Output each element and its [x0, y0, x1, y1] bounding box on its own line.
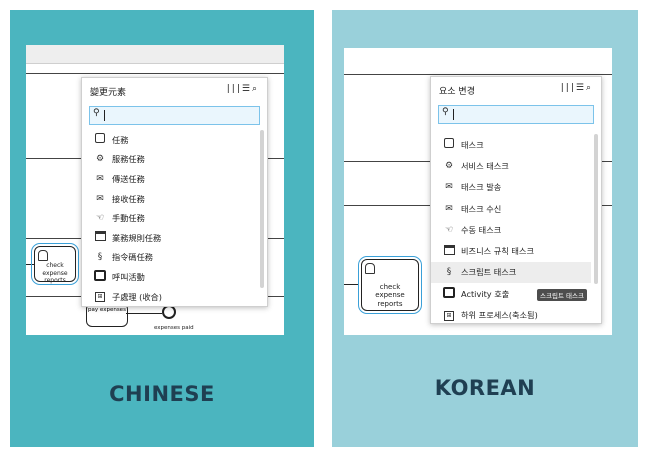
menu-item-label: 하위 프로세스(축소됨) [461, 310, 538, 321]
menu-item-label: 비즈니스 규칙 태스크 [461, 246, 534, 257]
end-event[interactable] [162, 305, 176, 319]
panel-caption: CHINESE [109, 382, 215, 406]
task-label: check expense reports [375, 282, 405, 309]
user-icon [38, 250, 48, 261]
table-icon [94, 231, 106, 244]
task-label: check expense reports [42, 262, 68, 285]
gear-icon: ⚙ [444, 160, 454, 171]
script-icon: § [97, 252, 103, 263]
menu-item-service-task[interactable]: ⚙ 服務任務 [82, 150, 257, 170]
hand-icon: ☜ [95, 213, 105, 224]
subprocess-icon: ⊞ [94, 291, 106, 303]
menu-item-script-task[interactable]: § 스크립트 태스크 [431, 261, 591, 284]
canvas-topbar [26, 45, 284, 64]
search-icon[interactable]: ⌕ [252, 84, 259, 94]
subprocess-icon: ⊞ [443, 310, 455, 321]
menu-item-label: 태스크 [461, 139, 484, 150]
popup-title: 요소 변경 [439, 87, 475, 97]
chinese-screenshot: check expense reports pay expenses expen… [26, 45, 284, 335]
search-field[interactable]: ⚲ [438, 105, 594, 124]
search-icon[interactable]: ⌕ [586, 83, 593, 93]
list-icon[interactable]: ☰ [576, 83, 586, 93]
check-expense-task[interactable]: check expense reports [31, 243, 79, 285]
menu-item-business-rule-task[interactable]: 業務規則任務 [82, 228, 257, 248]
task-icon [443, 138, 455, 151]
menu-item-subprocess[interactable]: ⊞ 하위 프로세스(축소됨) [431, 304, 591, 325]
magnifier-icon: ⚲ [93, 108, 100, 118]
menu-item-label: 태스크 발송 [461, 182, 502, 193]
user-icon [365, 263, 375, 274]
menu-item-call-activity[interactable]: 呼叫活動 [82, 267, 257, 287]
menu-item-label: 任務 [112, 134, 129, 145]
popup-title: 變更元素 [90, 88, 127, 98]
envelope-icon: ✉ [96, 193, 104, 204]
menu-item-label: 呼叫活動 [112, 271, 145, 282]
menu-item-manual-task[interactable]: ☜ 手動任務 [82, 208, 257, 228]
menu-item-label: 指令碼任務 [112, 252, 153, 263]
magnifier-icon: ⚲ [442, 107, 449, 117]
menu-item-label: 接收任務 [112, 193, 145, 204]
lane-line [26, 73, 284, 74]
menu-item-send-task[interactable]: ✉ 傳送任務 [82, 169, 257, 189]
text-caret [453, 109, 454, 120]
panel-caption: KOREAN [434, 376, 536, 400]
menu-item-label: 서비스 태스크 [461, 160, 509, 171]
lane-line [344, 74, 612, 75]
task-icon [94, 133, 106, 146]
popup-toolbar: |||☰⌕ [561, 83, 593, 93]
end-event-label: expenses paid [154, 325, 194, 331]
menu-item-label: 수동 태스크 [461, 224, 502, 235]
envelope-filled-icon: ✉ [96, 173, 104, 184]
sequence-flow [344, 284, 359, 285]
check-expense-task[interactable]: check expense reports [358, 256, 422, 314]
call-activity-icon [94, 269, 106, 284]
element-list: 任務 ⚙ 服務任務 ✉ 傳送任務 ✉ 接收任務 ☜ 手動任務 業務規則任務 § 指令碼任務… [82, 130, 257, 306]
task-label: pay expenses [88, 307, 126, 313]
menu-item-script-task[interactable]: § 指令碼任務 [82, 248, 257, 268]
search-input[interactable] [459, 107, 552, 120]
menu-item-service-task[interactable]: ⚙ 서비스 태스크 [431, 155, 591, 176]
table-icon [443, 244, 455, 258]
chinese-panel: check expense reports pay expenses expen… [10, 10, 314, 447]
menu-item-subprocess[interactable]: ⊞ 子處理 (收合) [82, 287, 257, 307]
envelope-icon: ✉ [445, 203, 453, 214]
korean-screenshot: check expense reports 요소 변경 |||☰⌕ ⚲ 태스크 … [344, 48, 612, 335]
call-activity-icon [443, 286, 455, 301]
menu-item-label: 子處理 (收合) [112, 291, 162, 302]
menu-item-manual-task[interactable]: ☜ 수동 태스크 [431, 219, 591, 240]
text-caret [104, 110, 105, 121]
menu-item-label: 傳送任務 [112, 173, 145, 184]
menu-item-send-task[interactable]: ✉ 태스크 발송 [431, 177, 591, 198]
search-input[interactable] [110, 108, 212, 121]
hand-icon: ☜ [444, 224, 454, 235]
menu-item-label: Activity 호출 [461, 288, 510, 299]
search-field[interactable]: ⚲ [89, 106, 260, 125]
menu-item-label: 태스크 수신 [461, 203, 502, 214]
envelope-filled-icon: ✉ [445, 182, 453, 193]
menu-item-label: 스크립트 태스크 [461, 267, 517, 278]
menu-item-receive-task[interactable]: ✉ 태스크 수신 [431, 198, 591, 219]
korean-panel: check expense reports 요소 변경 |||☰⌕ ⚲ 태스크 … [332, 10, 638, 447]
tooltip: 스크립트 태스크 [537, 289, 587, 301]
menu-item-label: 業務規則任務 [112, 232, 162, 243]
menu-item-receive-task[interactable]: ✉ 接收任務 [82, 189, 257, 209]
columns-icon[interactable]: ||| [561, 83, 576, 93]
script-icon: § [446, 267, 452, 278]
menu-item-task[interactable]: 任務 [82, 130, 257, 150]
gear-icon: ⚙ [95, 154, 105, 165]
menu-item-business-rule-task[interactable]: 비즈니스 규칙 태스크 [431, 240, 591, 261]
scrollbar[interactable] [594, 134, 598, 284]
columns-icon[interactable]: ||| [227, 84, 242, 94]
menu-item-label: 服務任務 [112, 154, 145, 165]
scrollbar[interactable] [260, 130, 264, 288]
menu-item-task[interactable]: 태스크 [431, 134, 591, 155]
sequence-flow [126, 313, 162, 314]
popup-toolbar: |||☰⌕ [227, 84, 259, 94]
change-element-popup: 變更元素 |||☰⌕ ⚲ 任務 ⚙ 服務任務 ✉ 傳送任務 ✉ 接收任務 ☜ 手動任務 … [81, 77, 268, 307]
menu-item-label: 手動任務 [112, 213, 145, 224]
list-icon[interactable]: ☰ [242, 84, 252, 94]
change-element-popup: 요소 변경 |||☰⌕ ⚲ 태스크 ⚙ 서비스 태스크 ✉ 태스크 발송 ✉ 태스크 … [430, 76, 602, 324]
sequence-flow [26, 264, 34, 265]
